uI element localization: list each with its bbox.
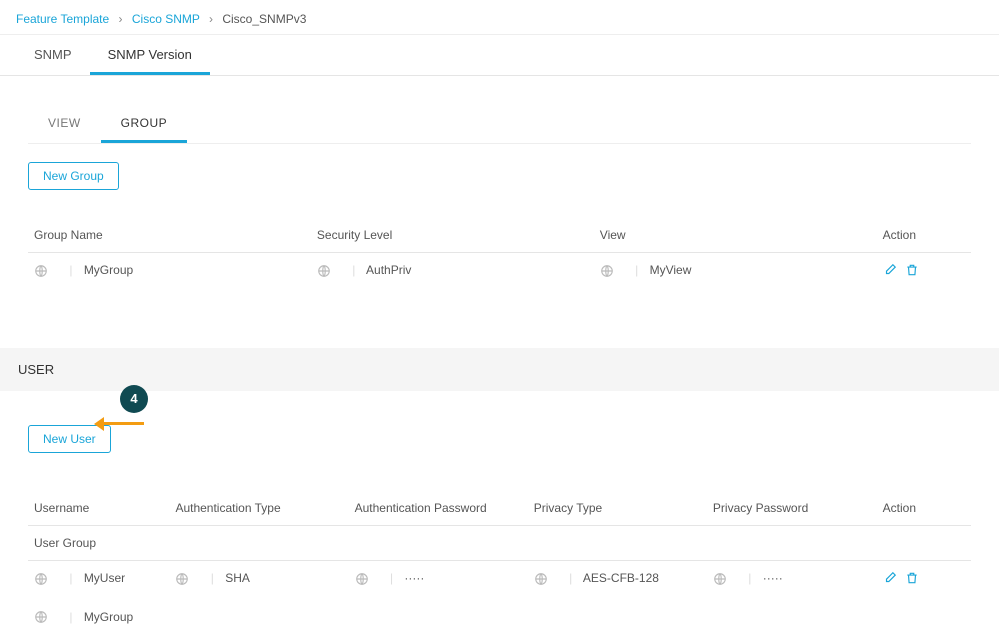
- col-privacy-type: Privacy Type: [528, 491, 707, 526]
- arrow-left-icon: [100, 417, 156, 431]
- subtab-view[interactable]: VIEW: [28, 106, 101, 143]
- globe-icon: [600, 264, 614, 278]
- primary-tabs: SNMP SNMP Version: [0, 35, 999, 76]
- globe-icon: [713, 572, 727, 586]
- cell-auth-type: SHA: [225, 571, 250, 585]
- col-username: Username: [28, 491, 169, 526]
- cell-view: MyView: [650, 263, 692, 277]
- breadcrumb-current: Cisco_SNMPv3: [222, 12, 306, 26]
- edit-icon[interactable]: [883, 571, 897, 585]
- subtab-group[interactable]: GROUP: [101, 106, 188, 143]
- globe-icon: [34, 264, 48, 278]
- delete-icon[interactable]: [905, 263, 919, 277]
- globe-icon: [534, 572, 548, 586]
- globe-icon: [34, 610, 48, 624]
- cell-security-level: AuthPriv: [366, 263, 411, 277]
- user-table: Username Authentication Type Authenticat…: [28, 491, 971, 634]
- table-row: | MyGroup | AuthPriv | MyView: [28, 253, 971, 288]
- col-auth-password: Authentication Password: [349, 491, 528, 526]
- cell-auth-password: ·····: [404, 571, 424, 585]
- chevron-right-icon: ›: [119, 12, 123, 26]
- col-privacy-password: Privacy Password: [707, 491, 877, 526]
- cell-privacy-type: AES-CFB-128: [583, 571, 659, 585]
- col-action: Action: [877, 218, 971, 253]
- table-row: | MyGroup: [28, 596, 971, 634]
- step-badge: 4: [120, 385, 148, 413]
- col-security-level: Security Level: [311, 218, 594, 253]
- tab-snmp[interactable]: SNMP: [16, 35, 90, 75]
- col-view: View: [594, 218, 877, 253]
- globe-icon: [175, 572, 189, 586]
- col-group-name: Group Name: [28, 218, 311, 253]
- new-group-button[interactable]: New Group: [28, 162, 119, 190]
- section-user-header: USER: [0, 348, 999, 391]
- breadcrumb-feature-template[interactable]: Feature Template: [16, 12, 109, 26]
- breadcrumb-cisco-snmp[interactable]: Cisco SNMP: [132, 12, 200, 26]
- cell-user-group: MyGroup: [84, 610, 133, 624]
- delete-icon[interactable]: [905, 571, 919, 585]
- chevron-right-icon: ›: [209, 12, 213, 26]
- globe-icon: [34, 572, 48, 586]
- globe-icon: [317, 264, 331, 278]
- tab-snmp-version[interactable]: SNMP Version: [90, 35, 210, 75]
- col-auth-type: Authentication Type: [169, 491, 348, 526]
- col-user-group: User Group: [28, 525, 971, 560]
- sub-tabs: VIEW GROUP: [28, 106, 971, 144]
- table-row: | MyUser | SHA | ·····: [28, 560, 971, 595]
- cell-privacy-password: ·····: [763, 571, 783, 585]
- col-action: Action: [877, 491, 971, 526]
- edit-icon[interactable]: [883, 263, 897, 277]
- cell-username: MyUser: [84, 571, 125, 585]
- breadcrumb: Feature Template › Cisco SNMP › Cisco_SN…: [0, 0, 999, 35]
- globe-icon: [355, 572, 369, 586]
- group-table: Group Name Security Level View Action | …: [28, 218, 971, 288]
- cell-group-name: MyGroup: [84, 263, 133, 277]
